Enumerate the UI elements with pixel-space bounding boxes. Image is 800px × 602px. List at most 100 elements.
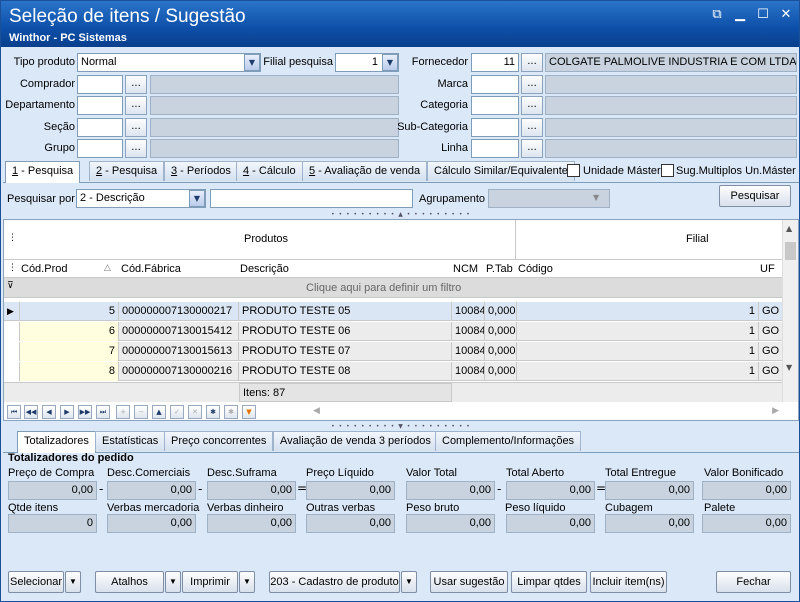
linha-label: Linha — [441, 142, 468, 154]
prev-record-icon[interactable]: ◀ — [42, 405, 56, 419]
incluir-itens-button[interactable]: Incluir item(ns) — [590, 571, 667, 593]
next-page-icon[interactable]: ▶▶ — [78, 405, 92, 419]
close-icon[interactable]: ✕ — [777, 7, 795, 24]
fornecedor-code-input[interactable]: 11 — [471, 53, 519, 72]
chevron-down-icon[interactable]: ▼ — [189, 190, 205, 207]
delete-icon[interactable]: − — [134, 405, 148, 419]
departamento-lookup-button[interactable]: ... — [125, 96, 147, 115]
tab-calculo-similar[interactable]: Cálculo Similar/Equivalente — [427, 161, 575, 181]
scroll-right-icon[interactable]: ▶ — [772, 406, 779, 416]
rotina-button[interactable]: 203 - Cadastro de produto — [269, 571, 400, 593]
tipo-produto-select[interactable]: Normal — [77, 53, 261, 72]
insert-icon[interactable]: + — [116, 405, 130, 419]
marca-label: Marca — [437, 78, 468, 90]
col-ptab[interactable]: P.Tab — [486, 263, 513, 275]
cancel-icon[interactable]: ✕ — [188, 405, 202, 419]
departamento-input[interactable] — [77, 96, 123, 115]
chevron-down-icon[interactable]: ▼ — [239, 571, 255, 593]
horizontal-scrollbar[interactable]: ◀ ▶ — [309, 406, 779, 419]
marca-input[interactable] — [471, 75, 519, 94]
filter-icon[interactable]: ▼ — [242, 405, 256, 419]
marca-lookup-button[interactable]: ... — [521, 75, 543, 94]
table-row[interactable]: ▶ 5 000000007130000217 PRODUTO TESTE 05 … — [4, 302, 782, 321]
chevron-down-icon[interactable]: ▼ — [65, 571, 81, 593]
subcategoria-lookup-button[interactable]: ... — [521, 118, 543, 137]
filter-row[interactable]: ⊽ Clique aqui para definir um filtro — [4, 278, 782, 298]
agrupamento-select[interactable] — [488, 189, 610, 208]
comprador-input[interactable] — [77, 75, 123, 94]
grupo-lookup-button[interactable]: ... — [125, 139, 147, 158]
limpar-qtdes-button[interactable]: Limpar qtdes — [511, 571, 587, 593]
scroll-thumb[interactable] — [785, 242, 796, 260]
unidade-master-checkbox[interactable] — [567, 164, 580, 177]
scroll-down-icon[interactable]: ▼ — [786, 363, 792, 372]
tab-pesquisa-1[interactable]: 1 - Pesquisa — [5, 161, 81, 183]
total-label: Total Entregue — [605, 467, 676, 479]
total-label: Verbas mercadoria — [107, 502, 200, 514]
chevron-down-icon[interactable]: ▼ — [165, 571, 181, 593]
last-record-icon[interactable]: ⏭ — [96, 405, 110, 419]
col-uf[interactable]: UF — [760, 263, 775, 275]
col-codigo[interactable]: Código — [518, 263, 553, 275]
tab-preco-concorrentes[interactable]: Preço concorrentes — [164, 431, 274, 451]
minimize-icon[interactable]: ▁ — [731, 7, 749, 24]
pesquisar-button[interactable]: Pesquisar — [719, 185, 791, 207]
search-input[interactable] — [210, 189, 413, 208]
collapse-handle-top[interactable]: • • • • • • • • • ▲ • • • • • • • • • — [283, 211, 519, 218]
col-cod-fabrica[interactable]: Cód.Fábrica — [121, 263, 181, 275]
grupo-input[interactable] — [77, 139, 123, 158]
scroll-left-icon[interactable]: ◀ — [313, 406, 320, 416]
pesquisar-por-select[interactable]: 2 - Descrição — [76, 189, 206, 208]
categoria-input[interactable] — [471, 96, 519, 115]
tab-complemento[interactable]: Complemento/Informações — [435, 431, 582, 451]
column-chooser-icon[interactable]: ⋮ — [8, 233, 17, 243]
collapse-handle-bottom[interactable]: • • • • • • • • • ▼ • • • • • • • • • — [283, 423, 519, 430]
col-cod-prod[interactable]: Cód.Prod — [21, 263, 67, 275]
bookmark-icon[interactable]: ✱ — [224, 405, 238, 419]
table-row[interactable]: 7 000000007130015613 PRODUTO TESTE 07 10… — [4, 342, 782, 361]
table-row[interactable]: 8 000000007130000216 PRODUTO TESTE 08 10… — [4, 362, 782, 381]
atalhos-button[interactable]: Atalhos — [95, 571, 164, 593]
categoria-label: Categoria — [420, 99, 468, 111]
linha-input[interactable] — [471, 139, 519, 158]
usar-sugestao-button[interactable]: Usar sugestão — [430, 571, 508, 593]
tab-totalizadores[interactable]: Totalizadores — [17, 431, 96, 453]
comprador-lookup-button[interactable]: ... — [125, 75, 147, 94]
refresh-icon[interactable]: ✱ — [206, 405, 220, 419]
secao-input[interactable] — [77, 118, 123, 137]
column-chooser-icon[interactable]: ⋮ — [8, 263, 17, 273]
filial-label: Filial pesquisa — [263, 56, 333, 68]
next-record-icon[interactable]: ▶ — [60, 405, 74, 419]
tab-avaliacao-3-periodos[interactable]: Avaliação de venda 3 períodos — [273, 431, 438, 451]
categoria-lookup-button[interactable]: ... — [521, 96, 543, 115]
secao-lookup-button[interactable]: ... — [125, 118, 147, 137]
post-icon[interactable]: ✓ — [170, 405, 184, 419]
chevron-down-icon[interactable]: ▼ — [244, 54, 260, 71]
fechar-button[interactable]: Fechar — [716, 571, 791, 593]
prev-page-icon[interactable]: ◀◀ — [24, 405, 38, 419]
selecionar-button[interactable]: Selecionar — [8, 571, 64, 593]
tab-calculo[interactable]: 4 - Cálculo — [236, 161, 303, 181]
first-record-icon[interactable]: ⏮ — [7, 405, 21, 419]
chevron-down-icon[interactable]: ▼ — [382, 54, 398, 71]
linha-lookup-button[interactable]: ... — [521, 139, 543, 158]
sug-multiplos-checkbox[interactable] — [661, 164, 674, 177]
tab-estatisticas[interactable]: Estatísticas — [95, 431, 166, 451]
tab-periodos[interactable]: 3 - Períodos — [164, 161, 238, 181]
edit-icon[interactable]: ▲ — [152, 405, 166, 419]
chevron-down-icon[interactable]: ▼ — [401, 571, 417, 593]
tab-pesquisa-2[interactable]: 2 - Pesquisa — [89, 161, 165, 181]
table-row[interactable]: 6 000000007130015412 PRODUTO TESTE 06 10… — [4, 322, 782, 341]
scroll-up-icon[interactable]: ▲ — [786, 224, 792, 233]
grid-column-header: ⋮ Cód.Prod △ Cód.Fábrica Descrição NCM P… — [4, 260, 782, 278]
vertical-scrollbar[interactable]: ▲ ▼ — [782, 220, 798, 402]
imprimir-button[interactable]: Imprimir — [182, 571, 238, 593]
window-title: Seleção de itens / Sugestão — [9, 6, 246, 27]
restore-icon[interactable]: ⧉ — [708, 7, 726, 24]
col-ncm[interactable]: NCM — [453, 263, 478, 275]
fornecedor-lookup-button[interactable]: ... — [521, 53, 543, 72]
maximize-icon[interactable]: ☐ — [754, 7, 772, 24]
subcategoria-input[interactable] — [471, 118, 519, 137]
col-descricao[interactable]: Descrição — [240, 263, 289, 275]
tab-avaliacao-venda[interactable]: 5 - Avaliação de venda — [302, 161, 428, 181]
